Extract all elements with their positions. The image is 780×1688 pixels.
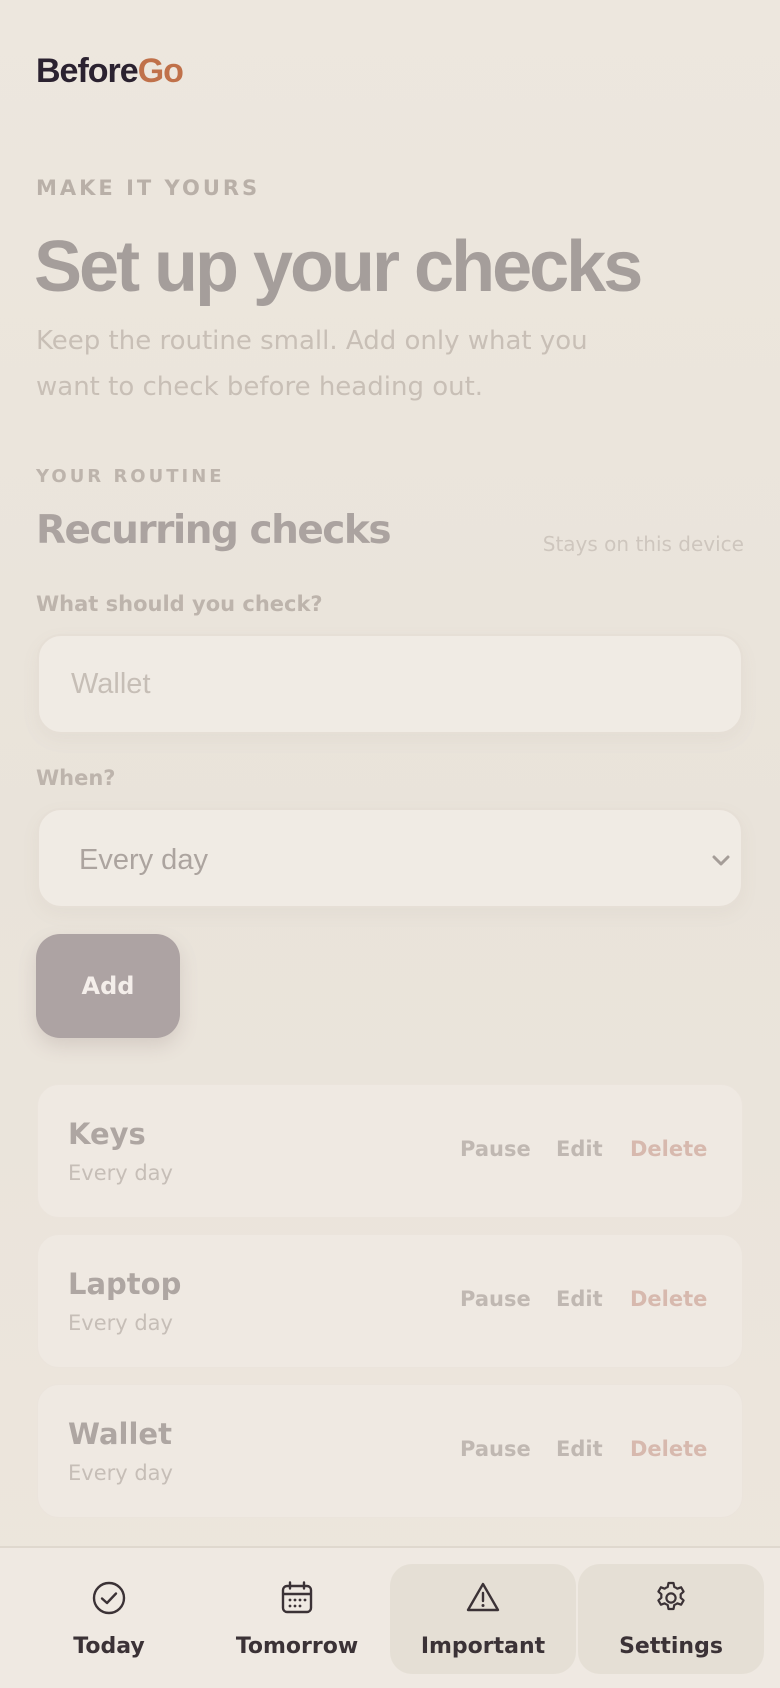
check-circle-icon [92,1581,126,1615]
brand-part-go: Go [137,52,184,90]
pause-button[interactable]: Pause [460,1137,531,1161]
calendar-icon [281,1581,313,1614]
nav-label: Today [73,1634,145,1659]
storage-note: Stays on this device [542,532,744,556]
brand-logo[interactable]: BeforeGo [36,52,184,91]
nav-item-tomorrow[interactable]: Tomorrow [204,1564,390,1674]
check-schedule: Every day [68,1161,173,1185]
check-schedule: Every day [68,1461,173,1485]
nav-item-settings[interactable]: Settings [578,1564,764,1674]
page-subtitle: Keep the routine small. Add only what yo… [36,326,588,402]
chevron-down-icon [712,855,730,866]
check-field-label: What should you check? [36,592,323,616]
when-field-label: When? [36,766,116,790]
delete-button[interactable]: Delete [630,1137,707,1161]
section-eyebrow: YOUR ROUTINE [36,466,225,487]
brand-part-before: Before [36,52,139,90]
gear-icon [657,1581,685,1611]
pause-button[interactable]: Pause [460,1437,531,1461]
check-card: Keys Every day Pause Edit Delete [37,1084,743,1218]
pause-button[interactable]: Pause [460,1287,531,1311]
check-card: Wallet Every day Pause Edit Delete [37,1384,743,1518]
section-title: Recurring checks [36,508,392,553]
delete-button[interactable]: Delete [630,1287,707,1311]
when-select[interactable]: Every day [37,808,743,908]
check-input[interactable] [39,636,741,732]
check-name: Keys [68,1117,146,1151]
check-name: Laptop [68,1267,182,1301]
warning-icon [466,1582,500,1612]
setup-page: BeforeGo MAKE IT YOURS Set up your check… [0,0,780,1688]
delete-button[interactable]: Delete [630,1437,707,1461]
check-card: Laptop Every day Pause Edit Delete [37,1234,743,1368]
edit-button[interactable]: Edit [556,1437,603,1461]
edit-button[interactable]: Edit [556,1137,603,1161]
edit-button[interactable]: Edit [556,1287,603,1311]
add-button[interactable]: Add [36,934,180,1038]
hero-eyebrow: MAKE IT YOURS [36,176,261,200]
check-input-wrapper [37,634,743,734]
nav-label: Settings [619,1634,723,1659]
nav-item-today[interactable]: Today [16,1564,202,1674]
check-name: Wallet [68,1417,172,1451]
bottom-nav: Today Tomorrow Important Settings [0,1546,780,1688]
when-select-value: Every day [79,844,208,876]
nav-label: Important [420,1634,546,1659]
nav-label: Tomorrow [235,1634,359,1659]
nav-item-important[interactable]: Important [390,1564,576,1674]
check-schedule: Every day [68,1311,173,1335]
page-title: Set up your checks [34,227,643,307]
